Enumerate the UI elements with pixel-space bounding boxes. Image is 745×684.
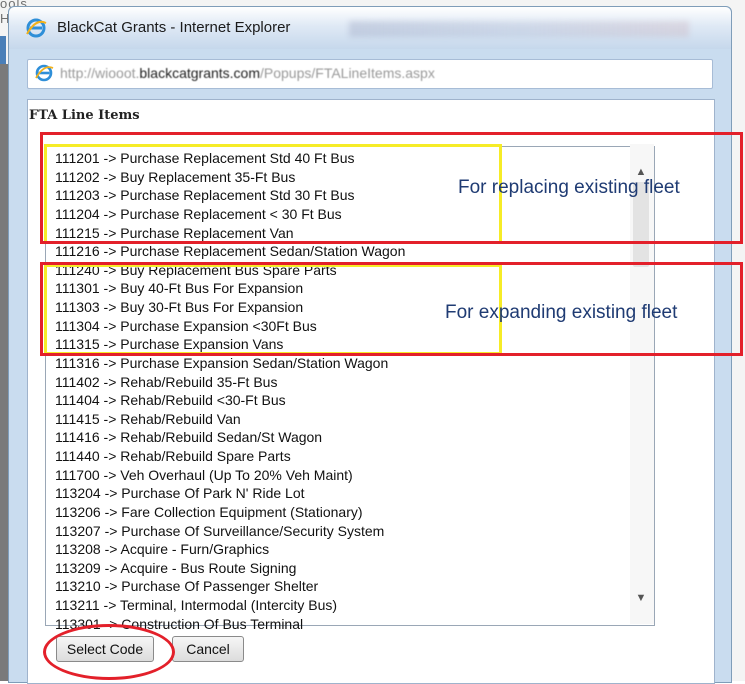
annotation-text-expanding: For expanding existing fleet (445, 302, 678, 323)
list-item[interactable]: 111216 -> Purchase Replacement Sedan/Sta… (55, 242, 405, 261)
url-text: http://wiooot.blackcatgrants.com/Popups/… (60, 65, 435, 81)
background-left-edge (0, 64, 8, 681)
list-item[interactable]: 113211 -> Terminal, Intermodal (Intercit… (55, 596, 405, 615)
title-bar[interactable]: BlackCat Grants - Internet Explorer (9, 7, 731, 49)
list-item[interactable]: 113207 -> Purchase Of Surveillance/Secur… (55, 522, 405, 541)
list-item[interactable]: 111404 -> Rehab/Rebuild <30-Ft Bus (55, 391, 405, 410)
url-domain: blackcatgrants.com (139, 65, 260, 81)
list-item[interactable]: 113210 -> Purchase Of Passenger Shelter (55, 577, 405, 596)
cancel-button[interactable]: Cancel (172, 636, 244, 662)
panel-title: FTA Line Items (29, 108, 140, 123)
annotation-red-ellipse (43, 624, 175, 680)
ie-icon (26, 18, 47, 38)
url-path: /Popups/FTALineItems.aspx (260, 65, 435, 81)
list-item[interactable]: 111416 -> Rehab/Rebuild Sedan/St Wagon (55, 428, 405, 447)
list-item[interactable]: 111402 -> Rehab/Rebuild 35-Ft Bus (55, 373, 405, 392)
chevron-down-icon[interactable]: ▼ (633, 590, 649, 606)
ie-icon (35, 64, 54, 82)
list-item[interactable]: 113209 -> Acquire - Bus Route Signing (55, 559, 405, 578)
list-item[interactable]: 111440 -> Rehab/Rebuild Spare Parts (55, 447, 405, 466)
window-title: BlackCat Grants - Internet Explorer (57, 19, 291, 36)
list-item[interactable]: 111316 -> Purchase Expansion Sedan/Stati… (55, 354, 405, 373)
background-tab (0, 36, 6, 64)
address-bar[interactable]: http://wiooot.blackcatgrants.com/Popups/… (27, 59, 713, 89)
list-item[interactable]: 113206 -> Fare Collection Equipment (Sta… (55, 503, 405, 522)
list-item[interactable]: 111415 -> Rehab/Rebuild Van (55, 410, 405, 429)
list-item[interactable]: 113208 -> Acquire - Furn/Graphics (55, 540, 405, 559)
list-item[interactable]: 111700 -> Veh Overhaul (Up To 20% Veh Ma… (55, 466, 405, 485)
window-controls[interactable] (349, 21, 689, 37)
list-item[interactable]: 113204 -> Purchase Of Park N' Ride Lot (55, 484, 405, 503)
annotation-text-replacing: For replacing existing fleet (458, 177, 680, 198)
url-prefix: http://wiooot. (60, 65, 140, 81)
